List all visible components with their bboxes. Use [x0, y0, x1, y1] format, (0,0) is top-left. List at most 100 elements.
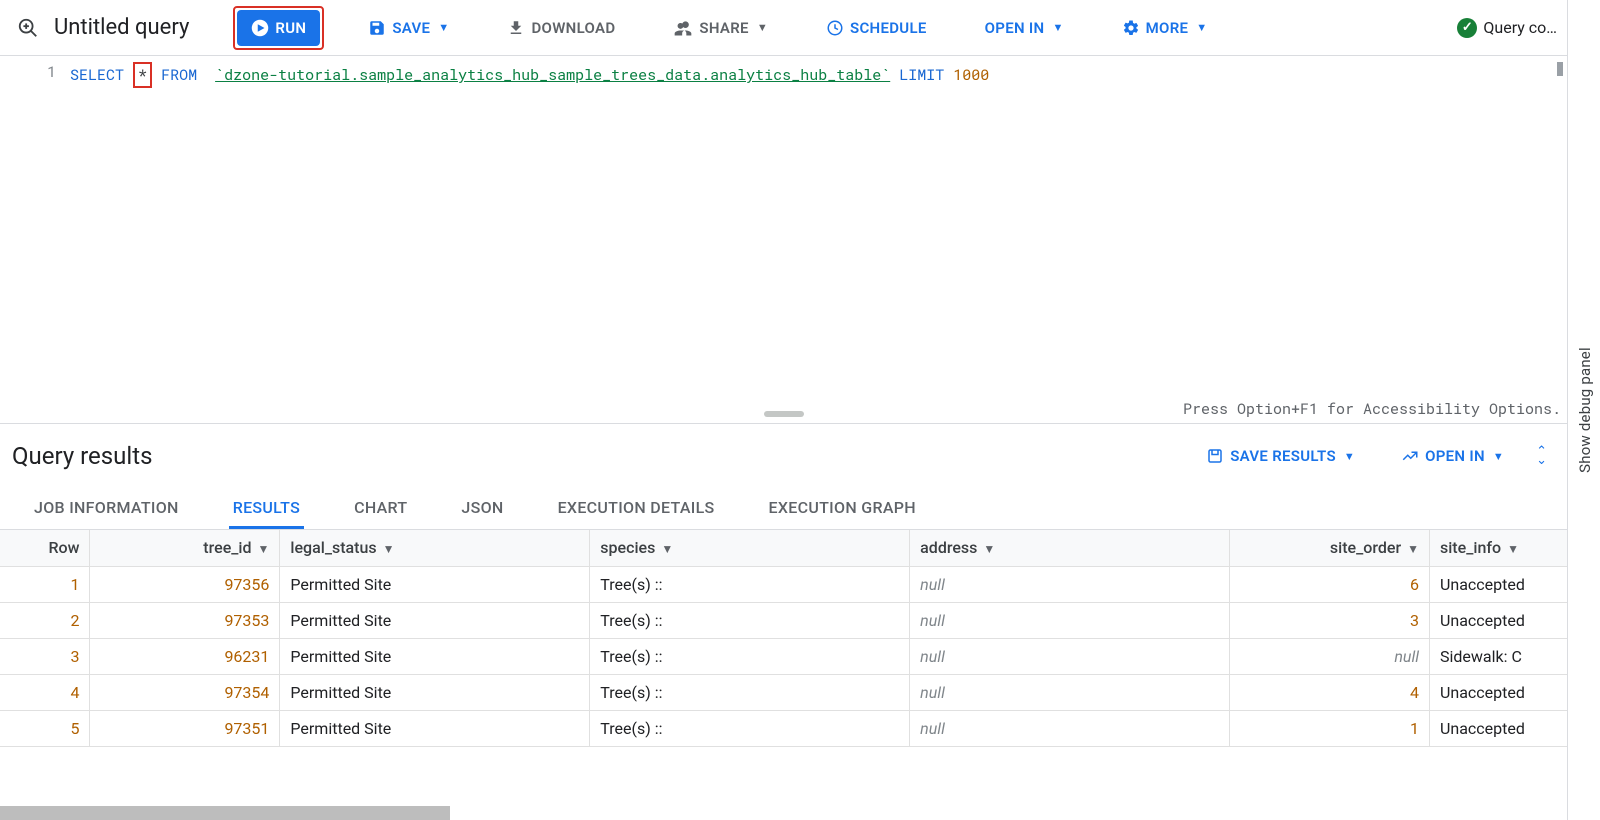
cell: null — [910, 602, 1230, 638]
results-tabs: JOB INFORMATION RESULTS CHART JSON EXECUTION… — [0, 484, 1567, 530]
cell: Unaccepted — [1429, 602, 1567, 638]
cell: Permitted Site — [280, 674, 590, 710]
cell: null — [1230, 638, 1430, 674]
cell: 2 — [0, 602, 90, 638]
col-header-species[interactable]: species▼ — [590, 530, 910, 566]
cell: Unaccepted — [1429, 566, 1567, 602]
toolbar: Untitled query RUN SAVE▼ DOWNLOAD SHARE▼… — [0, 0, 1567, 56]
results-table: Rowtree_id▼legal_status▼species▼address▼… — [0, 530, 1567, 747]
table-row: 197356Permitted SiteTree(s) ::null6Unacc… — [0, 566, 1567, 602]
download-icon — [507, 19, 525, 37]
sql-editor[interactable]: 1 SELECT * FROM `dzone-tutorial.sample_a… — [0, 56, 1567, 424]
table-row: 297353Permitted SiteTree(s) ::null3Unacc… — [0, 602, 1567, 638]
cell: 96231 — [90, 638, 280, 674]
share-button[interactable]: SHARE▼ — [659, 10, 782, 46]
cell: 97351 — [90, 710, 280, 746]
line-number: 1 — [0, 62, 56, 82]
expand-collapse-button[interactable]: ⌃⌄ — [1536, 447, 1547, 465]
cell: Tree(s) :: — [590, 710, 910, 746]
tab-json[interactable]: JSON — [457, 498, 507, 529]
open-in-button[interactable]: OPEN IN▼ — [971, 10, 1078, 46]
accessibility-hint: Press Option+F1 for Accessibility Option… — [1183, 399, 1561, 419]
chevron-down-icon: ▼ — [661, 542, 673, 556]
col-header-site_info[interactable]: site_info▼ — [1429, 530, 1567, 566]
minimap-overview — [1557, 62, 1563, 76]
results-title: Query results — [12, 442, 152, 470]
chart-icon — [1401, 447, 1419, 465]
cell: Tree(s) :: — [590, 602, 910, 638]
cell: Sidewalk: C — [1429, 638, 1567, 674]
check-icon: ✓ — [1457, 18, 1477, 38]
chevron-down-icon: ▼ — [438, 21, 449, 34]
query-icon — [16, 16, 40, 40]
save-icon — [368, 19, 386, 37]
cell: Unaccepted — [1429, 674, 1567, 710]
chevron-down-icon: ▼ — [983, 542, 995, 556]
chevron-down-icon: ▼ — [1052, 21, 1063, 34]
cell: Permitted Site — [280, 638, 590, 674]
table-row: 396231Permitted SiteTree(s) ::nullnullSi… — [0, 638, 1567, 674]
cell: Tree(s) :: — [590, 566, 910, 602]
cell: Permitted Site — [280, 566, 590, 602]
chevron-down-icon: ▼ — [383, 542, 395, 556]
run-label: RUN — [275, 19, 306, 37]
cell: 3 — [0, 638, 90, 674]
cell: 97356 — [90, 566, 280, 602]
cell: 6 — [1230, 566, 1430, 602]
cell: 1 — [0, 566, 90, 602]
chevron-down-icon: ▼ — [1407, 542, 1419, 556]
tab-job-information[interactable]: JOB INFORMATION — [30, 498, 183, 529]
chevron-down-icon: ▼ — [1344, 450, 1355, 463]
cell: 4 — [1230, 674, 1430, 710]
clock-icon — [826, 19, 844, 37]
col-header-legal_status[interactable]: legal_status▼ — [280, 530, 590, 566]
horizontal-scrollbar[interactable] — [0, 806, 450, 820]
tab-chart[interactable]: CHART — [350, 498, 411, 529]
cell: Tree(s) :: — [590, 638, 910, 674]
tab-results[interactable]: RESULTS — [229, 498, 304, 529]
cell: null — [910, 674, 1230, 710]
cell: Permitted Site — [280, 710, 590, 746]
more-button[interactable]: MORE▼ — [1108, 10, 1222, 46]
table-row: 497354Permitted SiteTree(s) ::null4Unacc… — [0, 674, 1567, 710]
panel-resize-handle[interactable] — [764, 411, 804, 417]
save-results-button[interactable]: SAVE RESULTS▼ — [1192, 438, 1369, 474]
cell: Tree(s) :: — [590, 674, 910, 710]
cell: null — [910, 638, 1230, 674]
cell: 4 — [0, 674, 90, 710]
show-debug-panel-tab[interactable]: Show debug panel — [1570, 337, 1600, 483]
table-row: 597351Permitted SiteTree(s) ::null1Unacc… — [0, 710, 1567, 746]
cell: null — [910, 710, 1230, 746]
share-icon — [673, 18, 693, 38]
tab-execution-graph[interactable]: EXECUTION GRAPH — [765, 498, 920, 529]
cell: 97354 — [90, 674, 280, 710]
chevron-down-icon: ⌄ — [1536, 456, 1547, 465]
results-header: Query results SAVE RESULTS▼ OPEN IN▼ ⌃⌄ — [0, 424, 1567, 484]
results-table-wrap[interactable]: Rowtree_id▼legal_status▼species▼address▼… — [0, 530, 1567, 820]
col-header-site_order[interactable]: site_order▼ — [1230, 530, 1430, 566]
cell: 5 — [0, 710, 90, 746]
line-gutter: 1 — [0, 56, 70, 423]
run-button[interactable]: RUN — [237, 10, 320, 46]
results-open-in-button[interactable]: OPEN IN▼ — [1387, 438, 1518, 474]
play-icon — [251, 19, 269, 37]
save-button[interactable]: SAVE▼ — [354, 10, 463, 46]
star-highlight: * — [133, 62, 152, 88]
schedule-button[interactable]: SCHEDULE — [812, 10, 941, 46]
chevron-down-icon: ▼ — [1196, 21, 1207, 34]
col-header-row[interactable]: Row — [0, 530, 90, 566]
tab-execution-details[interactable]: EXECUTION DETAILS — [554, 498, 719, 529]
run-button-highlight: RUN — [233, 6, 324, 50]
chevron-down-icon: ▼ — [1493, 450, 1504, 463]
cell: 97353 — [90, 602, 280, 638]
chevron-down-icon: ▼ — [1507, 542, 1519, 556]
download-button[interactable]: DOWNLOAD — [493, 10, 629, 46]
col-header-tree_id[interactable]: tree_id▼ — [90, 530, 280, 566]
chevron-down-icon: ▼ — [757, 21, 768, 34]
cell: Permitted Site — [280, 602, 590, 638]
cell: 1 — [1230, 710, 1430, 746]
gear-icon — [1122, 19, 1140, 37]
col-header-address[interactable]: address▼ — [910, 530, 1230, 566]
sql-code[interactable]: SELECT * FROM `dzone-tutorial.sample_ana… — [70, 56, 997, 423]
query-title: Untitled query — [54, 15, 189, 40]
